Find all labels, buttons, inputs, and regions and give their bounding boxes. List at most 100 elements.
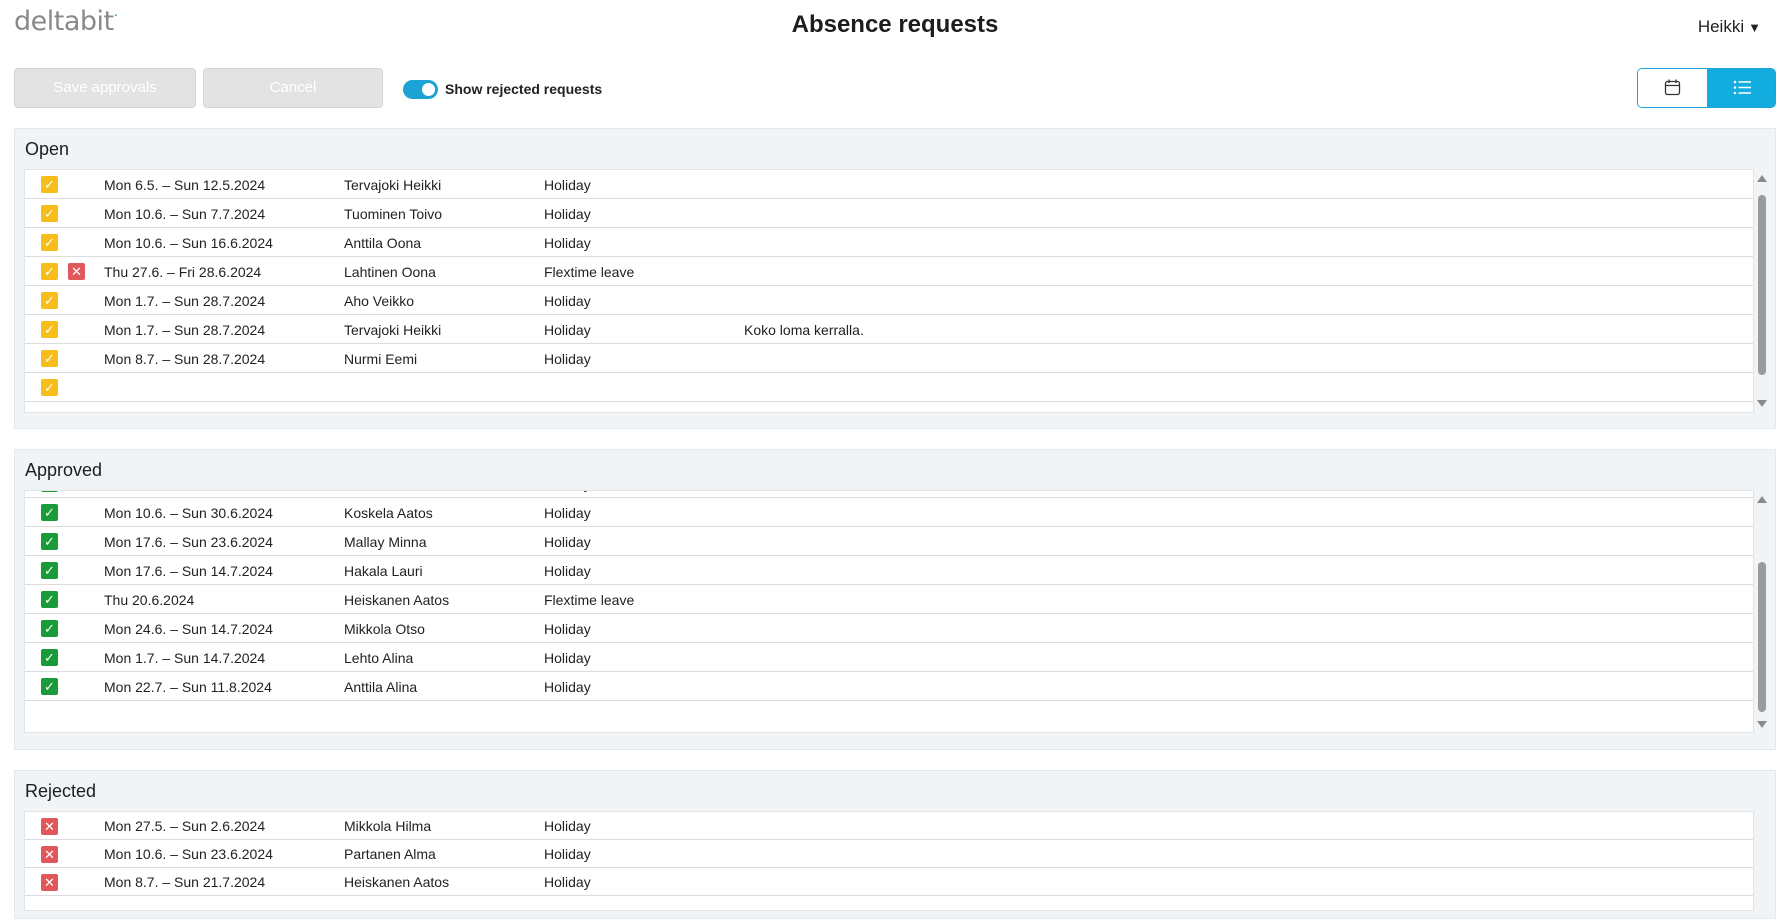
rejected-icon[interactable]: ✕ — [41, 874, 58, 891]
save-approvals-button[interactable]: Save approvals — [14, 68, 196, 108]
name-cell: Laitela Emilia — [344, 491, 427, 492]
list-item[interactable]: ✓ Mon 17.6. – Sun 23.6.2024 Mallay Minna Ho… — [25, 527, 1753, 556]
type-cell: Holiday — [544, 679, 591, 695]
section-title-rejected: Rejected — [25, 781, 97, 801]
list-item[interactable]: ✓ Mon 10.6. – Sun 16.6.2024 Anttila Oona Ho… — [25, 228, 1753, 257]
list-item[interactable]: ✓ Mon 8.7. – Sun 28.7.2024 Nurmi Eemi Holid… — [25, 344, 1753, 373]
rejected-icon[interactable]: ✕ — [41, 818, 58, 835]
scroll-down-icon[interactable] — [1757, 721, 1767, 728]
name-cell: Anttila Alina — [344, 679, 418, 695]
rejected-list: ✕ Mon 27.5. – Sun 2.6.2024 Mikkola Hilma Ho… — [24, 811, 1754, 911]
name-cell: Aho Veikko — [344, 293, 415, 309]
scroll-up-icon[interactable] — [1757, 496, 1767, 503]
name-cell: Nurmi Eemi — [344, 351, 418, 367]
date-cell: Mon 1.7. – Sun 28.7.2024 — [104, 322, 266, 338]
approved-checkbox-icon[interactable]: ✓ — [41, 491, 58, 492]
toggle-knob — [422, 83, 435, 96]
scroll-thumb[interactable] — [1758, 195, 1766, 375]
type-cell: Holiday — [544, 846, 591, 862]
date-cell: Mon 10.6. – Sun 30.6.2024 — [104, 505, 273, 521]
list-item[interactable]: ✓ Mon 24.6. – Sun 14.7.2024 Mikkola Otso Ho… — [25, 614, 1753, 643]
list-item[interactable]: ✓ Mon 22.7. – Sun 11.8.2024 Anttila Alina H… — [25, 672, 1753, 701]
pending-checkbox-icon[interactable]: ✓ — [41, 263, 58, 280]
approved-checkbox-icon[interactable]: ✓ — [41, 504, 58, 521]
type-cell: Holiday — [544, 874, 591, 890]
name-cell: Mikkola Otso — [344, 621, 425, 637]
list-item[interactable]: ✓ Mon 6.5. – Sun 12.5.2024 Tervajoki Heikk… — [25, 170, 1753, 199]
name-cell: Tuominen Toivo — [344, 206, 443, 222]
open-section: Open ✓ Mon 6.5. – Sun 12.5.2024 Tervajoki … — [14, 128, 1776, 429]
date-cell: Mon 10.6. – Sun 16.6.2024 — [104, 235, 273, 251]
list-view-button[interactable] — [1707, 69, 1775, 107]
scroll-up-icon[interactable] — [1757, 175, 1767, 182]
pending-checkbox-icon[interactable]: ✓ — [41, 350, 58, 367]
approved-checkbox-icon[interactable]: ✓ — [41, 678, 58, 695]
list-item[interactable]: ✕ Mon 27.5. – Sun 2.6.2024 Mikkola Hilma Ho… — [25, 812, 1753, 840]
reject-icon[interactable]: ✕ — [68, 263, 85, 280]
page-title: Absence requests — [791, 11, 999, 38]
pending-checkbox-icon[interactable]: ✓ — [41, 321, 58, 338]
calendar-view-button[interactable] — [1638, 69, 1707, 107]
app-header: deltabit· Absence requests Heikki ▼ — [0, 0, 1790, 52]
pending-checkbox-icon[interactable]: ✓ — [41, 379, 58, 396]
name-cell: Tervajoki Heikki — [344, 322, 442, 338]
date-cell: Mon 24.6. – Sun 14.7.2024 — [104, 621, 273, 637]
approved-scrollbar[interactable] — [1755, 496, 1769, 728]
pending-checkbox-icon[interactable]: ✓ — [41, 234, 58, 251]
type-cell: Holiday — [544, 235, 591, 251]
list-item[interactable]: ✕ Mon 10.6. – Sun 23.6.2024 Partanen Alma H… — [25, 840, 1753, 868]
user-menu[interactable]: Heikki ▼ — [1698, 17, 1761, 37]
pending-checkbox-icon[interactable]: ✓ — [41, 176, 58, 193]
toolbar: Save approvals Cancel Show rejected requ… — [0, 66, 1790, 110]
list-item[interactable]: ✓ — [25, 373, 1753, 402]
list-item[interactable]: ✓ Thu 20.6.2024 Heiskanen Aatos Flextime le… — [25, 585, 1753, 614]
scroll-down-icon[interactable] — [1757, 400, 1767, 407]
list-item[interactable]: ✓ Mon 3.6. – Sun 16.6.2024 Laitela Emilia H… — [25, 491, 1753, 498]
date-cell: Mon 3.6. – Sun 16.6.2024 — [104, 491, 265, 492]
pending-checkbox-icon[interactable]: ✓ — [41, 292, 58, 309]
date-cell: Mon 8.7. – Sun 28.7.2024 — [104, 351, 266, 367]
type-cell: Holiday — [544, 351, 591, 367]
name-cell: Mallay Minna — [344, 534, 427, 550]
list-item[interactable]: ✓ Mon 1.7. – Sun 28.7.2024 Aho Veikko Holid… — [25, 286, 1753, 315]
date-cell: Mon 17.6. – Sun 23.6.2024 — [104, 534, 273, 550]
list-item[interactable]: ✓ Mon 1.7. – Sun 28.7.2024 Tervajoki Heikk… — [25, 315, 1753, 344]
scroll-thumb[interactable] — [1758, 562, 1766, 712]
type-cell: Holiday — [544, 206, 591, 222]
name-cell: Anttila Oona — [344, 235, 422, 251]
type-cell: Flextime leave — [544, 264, 635, 280]
type-cell: Flextime leave — [544, 592, 635, 608]
pending-checkbox-icon[interactable]: ✓ — [41, 205, 58, 222]
date-cell: Mon 6.5. – Sun 12.5.2024 — [104, 177, 266, 193]
list-item[interactable]: ✓ Mon 10.6. – Sun 30.6.2024 Koskela Aatos H… — [25, 498, 1753, 527]
approved-checkbox-icon[interactable]: ✓ — [41, 620, 58, 637]
list-item[interactable]: ✓ Mon 17.6. – Sun 14.7.2024 Hakala Lauri Ho… — [25, 556, 1753, 585]
section-title-approved: Approved — [25, 460, 103, 480]
approved-checkbox-icon[interactable]: ✓ — [41, 649, 58, 666]
approved-checkbox-icon[interactable]: ✓ — [41, 562, 58, 579]
date-cell: Mon 22.7. – Sun 11.8.2024 — [104, 679, 272, 695]
open-scrollbar[interactable] — [1755, 175, 1769, 407]
cancel-button[interactable]: Cancel — [203, 68, 383, 108]
type-cell: Holiday — [544, 505, 591, 521]
date-cell: Mon 10.6. – Sun 7.7.2024 — [104, 206, 266, 222]
date-cell: Mon 17.6. – Sun 14.7.2024 — [104, 563, 273, 579]
list-item[interactable]: ✕ Mon 8.7. – Sun 21.7.2024 Heiskanen Aatos… — [25, 868, 1753, 896]
list-item[interactable]: ✓ ✕ Thu 27.6. – Fri 28.6.2024 Lahtinen Oona… — [25, 257, 1753, 286]
type-cell: Holiday — [544, 322, 591, 338]
name-cell: Heiskanen Aatos — [344, 874, 450, 890]
name-cell: Mikkola Hilma — [344, 818, 432, 834]
approved-section: Approved ✓ Mon 3.6. – Sun 16.6.2024 Laitel… — [14, 449, 1776, 750]
approved-checkbox-icon[interactable]: ✓ — [41, 591, 58, 608]
name-cell: Heiskanen Aatos — [344, 592, 450, 608]
list-item[interactable]: ✓ Mon 1.7. – Sun 14.7.2024 Lehto Alina Holi… — [25, 643, 1753, 672]
type-cell: Holiday — [544, 293, 591, 309]
rejected-section: Rejected ✕ Mon 27.5. – Sun 2.6.2024 Mikkol… — [14, 770, 1776, 919]
rejected-icon[interactable]: ✕ — [41, 846, 58, 863]
note-cell: Koko loma kerralla. — [744, 322, 864, 338]
approved-checkbox-icon[interactable]: ✓ — [41, 533, 58, 550]
type-cell: Holiday — [544, 177, 591, 193]
list-icon — [1733, 80, 1751, 95]
list-item[interactable]: ✓ Mon 10.6. – Sun 7.7.2024 Tuominen Toivo H… — [25, 199, 1753, 228]
show-rejected-toggle[interactable] — [403, 80, 438, 99]
